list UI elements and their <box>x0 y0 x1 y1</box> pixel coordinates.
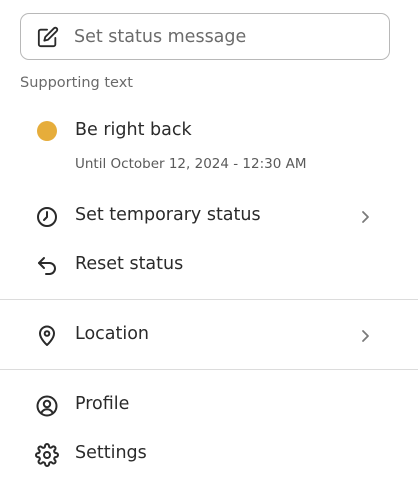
supporting-text: Supporting text <box>20 75 133 91</box>
clock-icon <box>37 207 57 227</box>
chevron-right-icon <box>362 211 369 223</box>
divider <box>0 369 418 370</box>
status-message-field[interactable] <box>20 13 390 60</box>
current-status-label[interactable]: Be right back <box>75 120 192 140</box>
location-item[interactable]: Location <box>0 314 418 358</box>
divider <box>0 299 418 300</box>
status-message-input[interactable] <box>74 23 374 51</box>
status-menu-panel: Supporting text Be right back Until Octo… <box>0 0 418 494</box>
gear-icon <box>35 443 59 467</box>
location-pin-icon <box>39 325 55 346</box>
set-temporary-status-label: Set temporary status <box>75 205 261 225</box>
chevron-right-icon <box>362 330 369 342</box>
edit-icon <box>37 26 59 48</box>
set-temporary-status-item[interactable]: Set temporary status <box>0 195 418 239</box>
profile-label: Profile <box>75 394 130 414</box>
undo-icon <box>38 257 56 275</box>
status-dot <box>37 121 57 141</box>
user-circle-icon <box>36 395 58 417</box>
current-status-until: Until October 12, 2024 - 12:30 AM <box>75 156 307 172</box>
location-label: Location <box>75 324 150 344</box>
reset-status-item[interactable]: Reset status <box>0 244 418 288</box>
profile-item[interactable]: Profile <box>0 384 418 428</box>
reset-status-label: Reset status <box>75 254 184 274</box>
settings-item[interactable]: Settings <box>0 433 418 477</box>
settings-label: Settings <box>75 443 147 463</box>
